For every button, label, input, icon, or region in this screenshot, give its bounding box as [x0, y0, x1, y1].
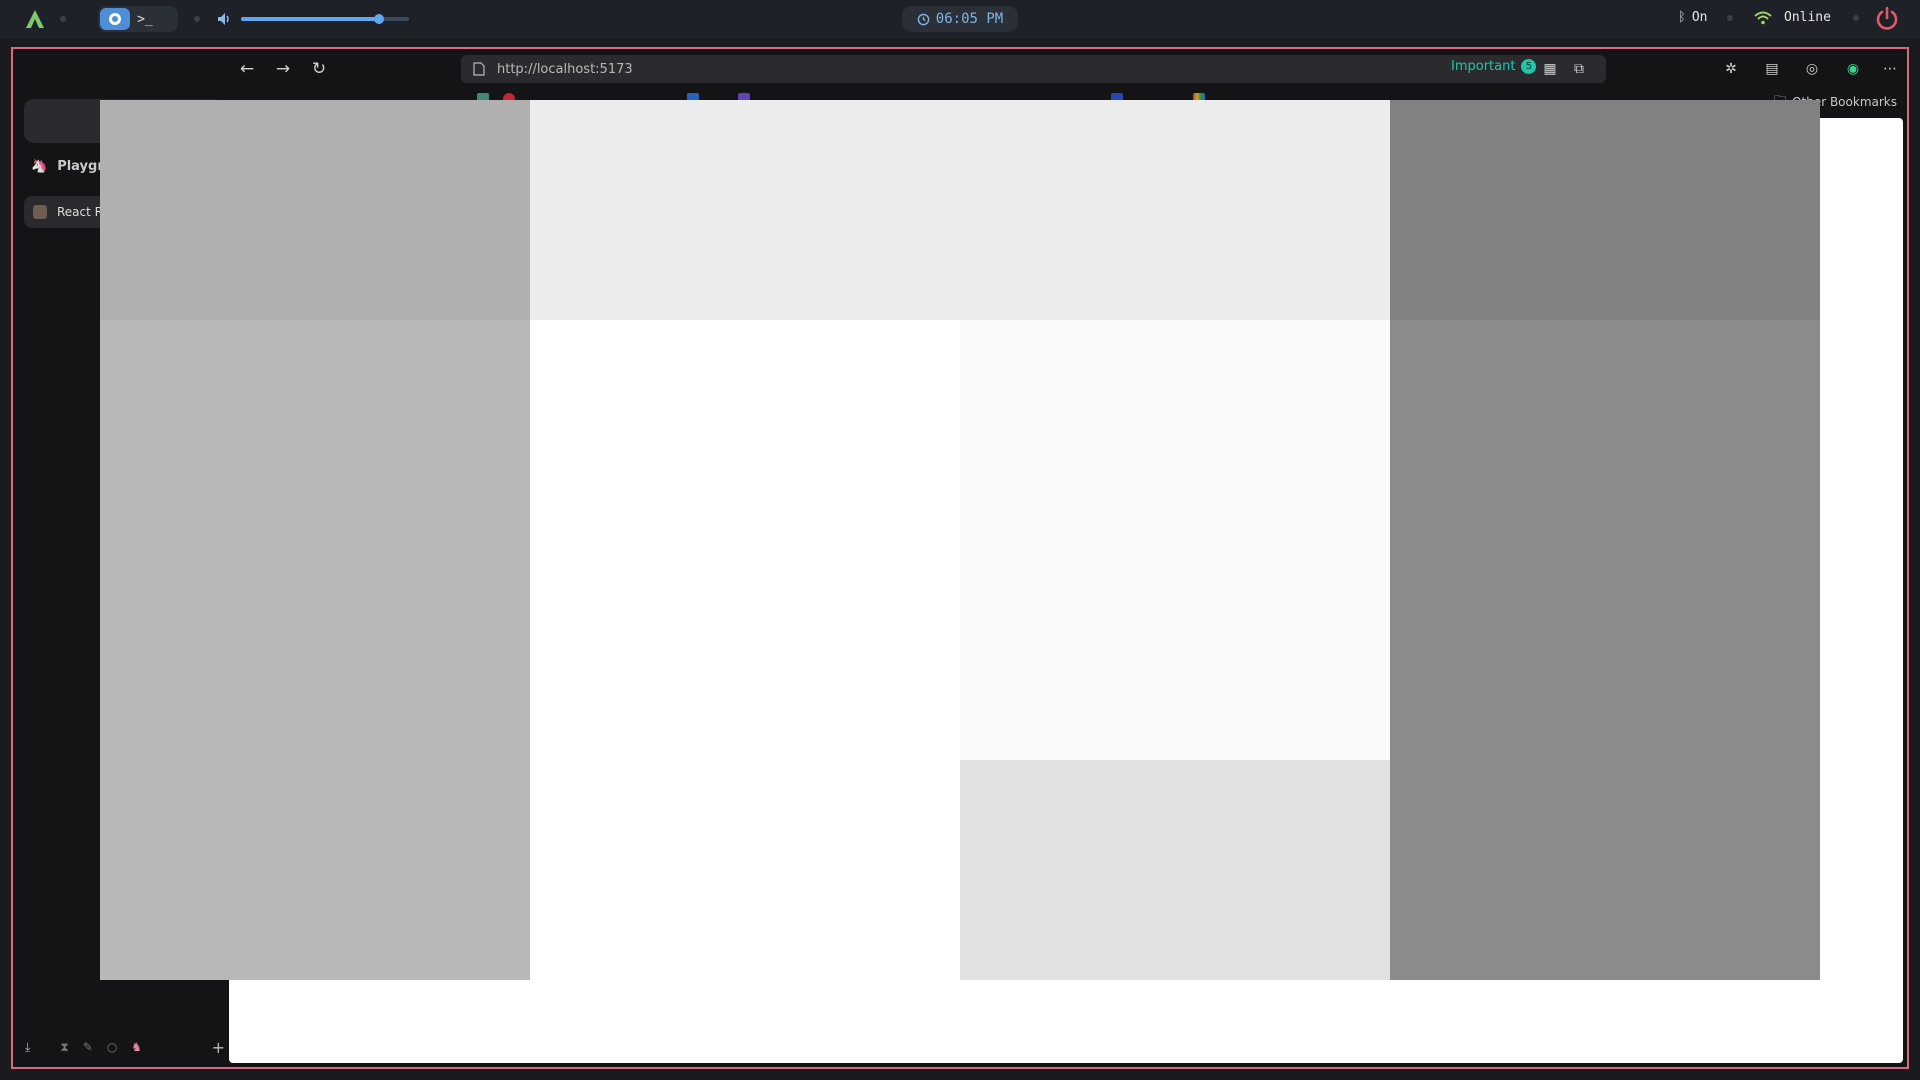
workspace-apps: >_: [98, 6, 178, 32]
power-icon[interactable]: [1873, 5, 1901, 33]
bookmark-icon[interactable]: ⧉: [1569, 59, 1589, 79]
clock-icon: [917, 13, 930, 25]
bluetooth-icon: ᛒ: [1678, 10, 1686, 25]
firefox-app-icon[interactable]: [100, 8, 130, 30]
volume-slider[interactable]: [241, 14, 409, 24]
placeholder-block: [960, 760, 1390, 980]
glasses-icon[interactable]: ◎: [1802, 59, 1822, 79]
placeholder-block: [1390, 100, 1820, 320]
forward-button[interactable]: →: [271, 57, 295, 81]
workspace-switcher: ⧗ ✎ ○ ♞: [60, 1040, 142, 1055]
record-icon[interactable]: ◉: [1843, 59, 1863, 79]
important-notification[interactable]: Important 5: [1451, 59, 1537, 74]
reload-button[interactable]: ↻: [307, 57, 331, 81]
clock-widget[interactable]: 06:05 PM: [902, 6, 1018, 32]
sidebar-bottom-bar: ⤓ ⧗ ✎ ○ ♞ +: [25, 1038, 225, 1057]
url-text: http://localhost:5173: [497, 61, 633, 77]
important-label: Important: [1451, 59, 1516, 74]
arch-logo-icon[interactable]: [24, 8, 46, 30]
workspace-dot[interactable]: [60, 16, 66, 22]
hourglass-icon[interactable]: ⧗: [60, 1040, 68, 1055]
terminal-app-icon[interactable]: >_: [130, 8, 160, 30]
grid-icon[interactable]: ▦: [1540, 59, 1560, 79]
separator-dot: [1727, 14, 1734, 21]
unicorn-icon: 🦄: [31, 159, 48, 174]
placeholder-block: [100, 100, 530, 320]
navigation-bar: ← → ↻ http://localhost:5173 Important 5 …: [231, 51, 1907, 87]
volume-knob[interactable]: [373, 14, 384, 24]
placeholder-block: [530, 100, 1390, 320]
bluetooth-status[interactable]: ᛒ On: [1678, 10, 1734, 25]
workspace-dot[interactable]: [194, 16, 200, 22]
bluetooth-label: On: [1691, 10, 1708, 25]
network-label: Online: [1784, 10, 1831, 25]
top-panel: >_ 06:05 PM ᛒ On Online: [0, 0, 1920, 38]
page-icon: [473, 62, 485, 76]
extensions-icon[interactable]: ✲: [1721, 59, 1741, 79]
separator-dot: [1852, 14, 1859, 21]
wifi-icon: [1754, 11, 1772, 24]
volume-icon[interactable]: [216, 11, 232, 27]
unicorn-icon[interactable]: ♞: [131, 1040, 142, 1055]
circle-icon[interactable]: ○: [107, 1040, 117, 1055]
clock-text: 06:05 PM: [935, 11, 1004, 27]
download-icon[interactable]: ⤓: [25, 1040, 30, 1055]
url-bar[interactable]: http://localhost:5173: [461, 55, 1606, 83]
add-widget-icon[interactable]: ▤: [1762, 59, 1782, 79]
placeholder-block: [960, 320, 1390, 760]
important-count: 5: [1521, 59, 1537, 74]
placeholder-block: [100, 320, 530, 980]
pin-icon[interactable]: ✎: [83, 1040, 93, 1055]
network-status[interactable]: Online: [1754, 10, 1859, 25]
back-button[interactable]: ←: [235, 57, 259, 81]
add-workspace-icon[interactable]: +: [212, 1038, 225, 1057]
menu-icon[interactable]: ⋯: [1880, 59, 1900, 79]
volume-fill: [241, 17, 379, 21]
placeholder-block: [1390, 320, 1820, 980]
placeholder-block: [530, 320, 960, 980]
tab-favicon: [33, 205, 47, 219]
